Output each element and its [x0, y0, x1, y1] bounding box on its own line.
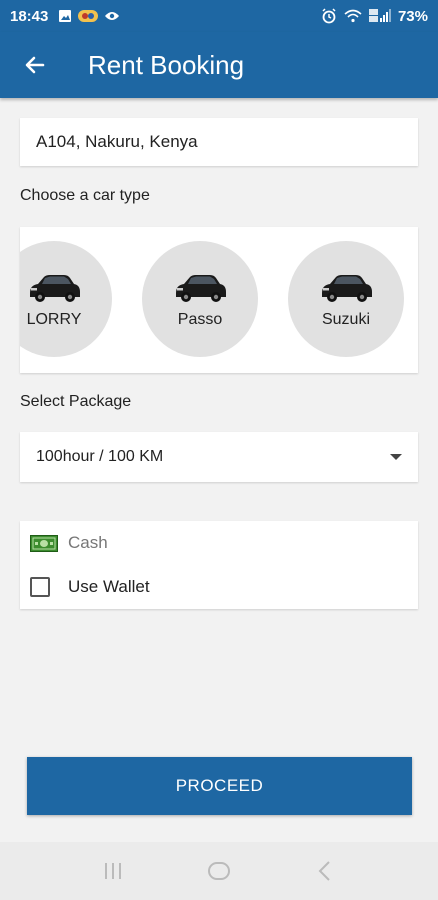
car-label: Suzuki: [321, 311, 371, 328]
car-icon: [30, 275, 80, 302]
car-icon: [176, 275, 226, 302]
eye-icon: [105, 12, 120, 20]
payment-card: Cash Use Wallet: [20, 521, 418, 609]
app-bar: Rent Booking: [0, 32, 438, 98]
car-option-suzuki[interactable]: Suzuki: [288, 241, 404, 357]
car-type-label: Choose a car type: [20, 187, 150, 204]
address-field[interactable]: A104, Nakuru, Kenya: [20, 118, 418, 166]
cash-label: Cash: [68, 533, 108, 552]
battery-percentage: 73%: [397, 7, 428, 25]
arrow-left-icon: [25, 56, 45, 74]
recent-apps-button[interactable]: [93, 851, 133, 891]
address-text: A104, Nakuru, Kenya: [36, 132, 198, 151]
system-back-button[interactable]: [305, 851, 345, 891]
home-button[interactable]: [199, 851, 239, 891]
car-label: LORRY: [26, 311, 82, 328]
dropdown-caret-icon: [390, 454, 402, 460]
package-label: Select Package: [20, 393, 132, 410]
back-icon: [318, 861, 330, 881]
package-selected-value: 100hour / 100 KM: [36, 448, 164, 465]
car-option-lorry[interactable]: LORRY: [20, 241, 112, 357]
system-nav-bar: [0, 842, 438, 900]
wifi-icon: [344, 9, 362, 23]
use-wallet-checkbox[interactable]: [30, 577, 50, 597]
image-icon: [59, 10, 72, 22]
package-select[interactable]: 100hour / 100 KM: [20, 432, 418, 482]
alarm-icon: [322, 8, 336, 24]
car-option-passo[interactable]: Passo: [142, 241, 258, 357]
car-icon: [322, 275, 372, 302]
status-time: 18:43: [10, 7, 49, 25]
page-title: Rent Booking: [88, 49, 245, 80]
app-badge-icon: [78, 10, 99, 22]
use-wallet-option[interactable]: Use Wallet: [30, 577, 150, 597]
cash-option: Cash: [30, 533, 108, 553]
use-wallet-label: Use Wallet: [68, 577, 150, 596]
car-label: Passo: [177, 311, 223, 328]
status-bar: 18:43 73%: [0, 0, 438, 32]
cash-icon: [30, 534, 58, 552]
proceed-button[interactable]: PROCEED: [27, 757, 412, 815]
home-icon: [208, 862, 230, 880]
car-type-list[interactable]: LORRY Passo Suzuki: [20, 227, 418, 373]
recent-apps-icon: [105, 863, 121, 879]
signal-icon: [368, 9, 391, 22]
back-button[interactable]: [0, 32, 70, 98]
